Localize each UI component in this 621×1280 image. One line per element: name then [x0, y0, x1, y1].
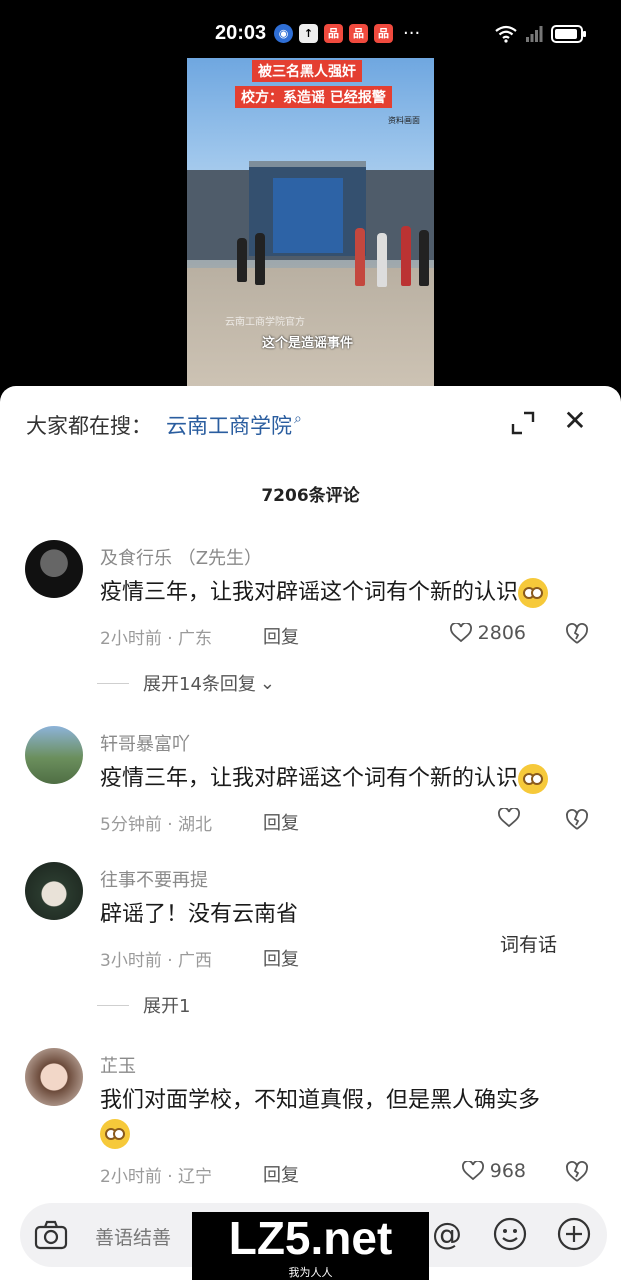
- comment-meta: 2小时前 · 辽宁: [100, 1167, 213, 1187]
- video-tag: 资料画面: [388, 116, 420, 125]
- search-icon: ⌕: [294, 411, 302, 427]
- comment-meta: 3小时前 · 广西: [100, 951, 213, 971]
- video-person: [237, 238, 247, 282]
- expand-replies-button[interactable]: 展开1: [97, 992, 190, 1018]
- avatar[interactable]: [25, 540, 83, 598]
- status-time: 20:03: [215, 22, 267, 44]
- reply-button[interactable]: 回复: [263, 623, 299, 649]
- video-person: [255, 233, 265, 285]
- notification-icons: ◉ ↑ 品 品 品 ···: [274, 24, 420, 43]
- video-subtitle: 这个是造谣事件: [262, 336, 354, 351]
- like-button[interactable]: 968: [461, 1160, 526, 1182]
- video-person: [419, 230, 429, 286]
- app-notification-icon: 品: [349, 24, 368, 43]
- divider: [97, 1004, 129, 1006]
- watermark-subtext: 我为人人: [288, 1266, 333, 1279]
- search-prefix: 大家都在搜：: [26, 414, 152, 438]
- crying-emoji-icon: [100, 1119, 130, 1149]
- heart-icon: [461, 1161, 484, 1181]
- comment-text: 我们对面学校，不知道真假，但是黑人确实多: [100, 1084, 600, 1150]
- flushed-emoji-icon: [518, 764, 549, 794]
- reply-button[interactable]: 回复: [263, 945, 299, 971]
- avatar[interactable]: [25, 862, 83, 920]
- broken-heart-icon[interactable]: [565, 1160, 589, 1184]
- video-player[interactable]: 被三名黑人强奸 校方：系造谣 已经报警 资料画面 云南工商学院官方 这个是造谣事…: [0, 58, 621, 398]
- heart-icon: [498, 808, 520, 828]
- video-building-glass: [273, 178, 343, 253]
- battery-icon: [551, 25, 586, 43]
- comment-author[interactable]: 芷玉: [100, 1052, 136, 1078]
- broken-heart-icon[interactable]: [565, 808, 589, 832]
- app-notification-icon: 品: [324, 24, 343, 43]
- avatar[interactable]: [25, 726, 83, 784]
- comment-input[interactable]: 善语结善: [95, 1223, 171, 1250]
- like-button[interactable]: [498, 808, 526, 828]
- app-notification-icon: 品: [374, 24, 393, 43]
- comment-author[interactable]: 及食行乐 （Z先生）: [100, 544, 262, 570]
- overlay-text: 词有话: [500, 934, 558, 956]
- plus-icon[interactable]: [557, 1217, 591, 1251]
- heart-icon: [449, 623, 472, 643]
- reply-button[interactable]: 回复: [263, 1161, 299, 1187]
- comment-sheet: 大家都在搜： 云南工商学院 ⌕ ✕ 7206条评论 及食行乐 （Z先生） 疫情三…: [0, 386, 621, 1280]
- site-watermark: LZ5.net 我为人人: [192, 1212, 429, 1280]
- watermark-text: LZ5.net: [228, 1212, 393, 1264]
- comment-text: 疫情三年，让我对辟谣这个词有个新的认识: [100, 576, 600, 609]
- like-count: 2806: [477, 622, 526, 644]
- expand-button[interactable]: [510, 410, 536, 436]
- comment-author[interactable]: 往事不要再提: [100, 866, 208, 892]
- avatar[interactable]: [25, 1048, 83, 1106]
- search-suggestion[interactable]: 大家都在搜： 云南工商学院 ⌕: [26, 410, 302, 440]
- video-watermark: 云南工商学院官方: [225, 317, 305, 328]
- comment-meta: 5分钟前 · 湖北: [100, 815, 213, 835]
- signal-icon: [526, 26, 543, 42]
- like-count: 968: [489, 1160, 526, 1182]
- video-ground: [187, 268, 434, 388]
- browser-icon: ◉: [274, 24, 293, 43]
- system-icons: [495, 25, 586, 43]
- flushed-emoji-icon: [518, 578, 549, 608]
- comment-text: 疫情三年，让我对辟谣这个词有个新的认识: [100, 762, 600, 795]
- video-caption-line1: 被三名黑人强奸: [252, 60, 362, 82]
- video-person: [355, 228, 365, 286]
- video-person: [401, 226, 411, 286]
- chevron-down-icon: ⌄: [259, 672, 275, 694]
- upload-icon: ↑: [299, 24, 318, 43]
- video-caption-line2: 校方：系造谣 已经报警: [235, 86, 392, 108]
- mention-icon[interactable]: @: [432, 1217, 462, 1252]
- comment-count: 7206条评论: [261, 486, 360, 506]
- comment-meta: 2小时前 · 广东: [100, 629, 213, 649]
- video-person: [377, 233, 387, 287]
- expand-replies-button[interactable]: 展开14条回复 ⌄: [97, 670, 275, 696]
- emoji-icon[interactable]: [493, 1217, 527, 1251]
- video-frame[interactable]: 被三名黑人强奸 校方：系造谣 已经报警 资料画面 云南工商学院官方 这个是造谣事…: [187, 58, 434, 388]
- camera-icon[interactable]: [34, 1219, 68, 1251]
- like-button[interactable]: 2806: [449, 622, 526, 644]
- divider: [97, 682, 129, 684]
- comment-author[interactable]: 轩哥暴富吖: [100, 730, 190, 756]
- wifi-icon: [495, 25, 517, 43]
- reply-button[interactable]: 回复: [263, 809, 299, 835]
- status-bar: 20:03 ◉ ↑ 品 品 品 ···: [0, 0, 621, 58]
- close-button[interactable]: ✕: [561, 407, 589, 436]
- broken-heart-icon[interactable]: [565, 622, 589, 646]
- more-notifications-icon: ···: [403, 23, 421, 44]
- comment-text: 辟谣了！没有云南省: [100, 902, 299, 927]
- search-term-link[interactable]: 云南工商学院: [166, 410, 292, 440]
